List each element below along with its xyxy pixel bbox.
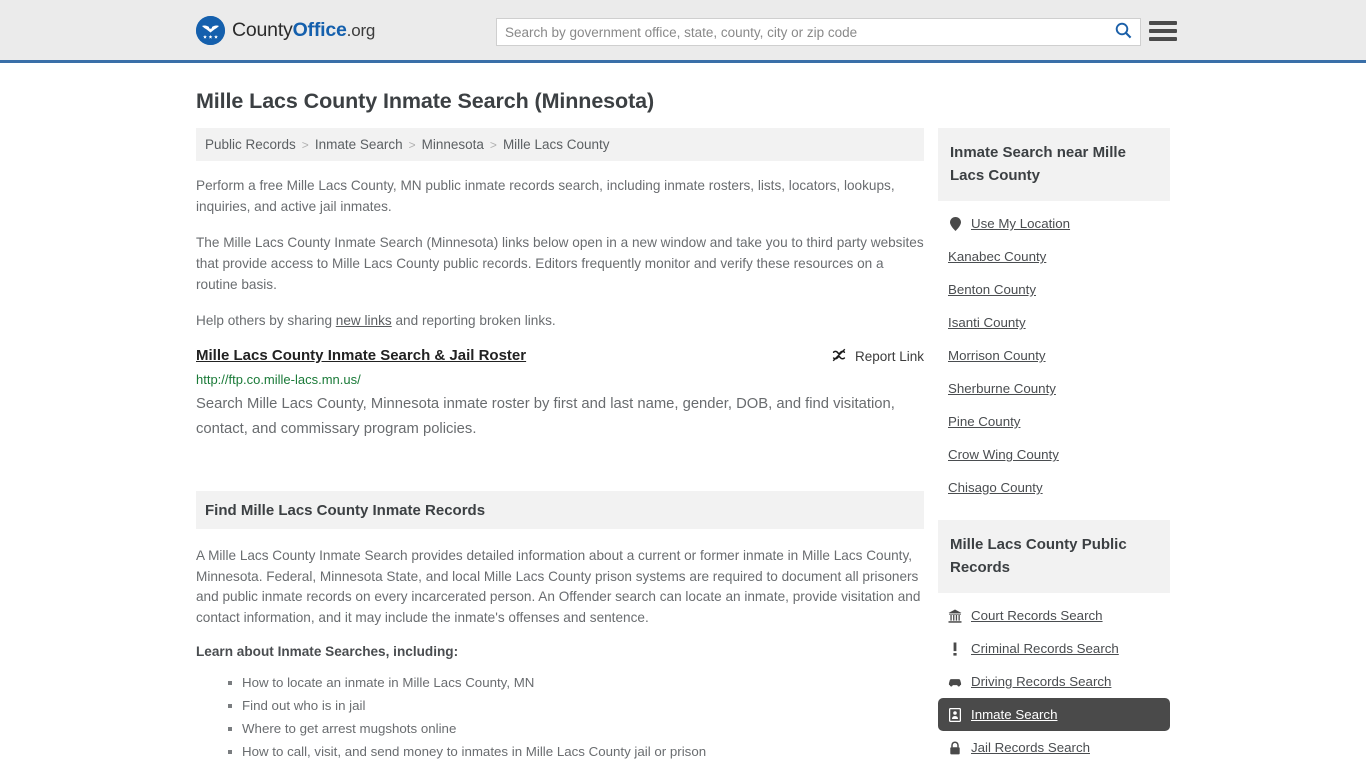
breadcrumb-separator: > xyxy=(408,137,416,152)
main-content: Public Records > Inmate Search > Minneso… xyxy=(196,128,924,768)
sidebar-item-pine-county[interactable]: Pine County xyxy=(938,405,1170,438)
sidebar: Inmate Search near Mille Lacs County Use… xyxy=(938,128,1170,768)
sidebar-item-label: Pine County xyxy=(948,414,1021,429)
sidebar-item-chisago-county[interactable]: Chisago County xyxy=(938,471,1170,504)
sidebar-item-label: Benton County xyxy=(948,282,1036,297)
sidebar-item-jail-records-search[interactable]: Jail Records Search xyxy=(938,731,1170,764)
list-item: When someone will get out of jail or pri… xyxy=(242,763,924,768)
breadcrumb-separator: > xyxy=(301,137,309,152)
result-title-link[interactable]: Mille Lacs County Inmate Search & Jail R… xyxy=(196,346,831,366)
sidebar-item-isanti-county[interactable]: Isanti County xyxy=(938,306,1170,339)
hamburger-bar xyxy=(1149,37,1177,41)
page-container: Mille Lacs County Inmate Search (Minneso… xyxy=(0,89,1366,768)
result-description: Search Mille Lacs County, Minnesota inma… xyxy=(196,396,895,437)
sidebar-item-label: Inmate Search xyxy=(971,707,1058,722)
hamburger-bar xyxy=(1149,29,1177,33)
sidebar-item-label: Kanabec County xyxy=(948,249,1047,264)
list-item: How to locate an inmate in Mille Lacs Co… xyxy=(228,671,924,694)
nearby-card-heading: Inmate Search near Mille Lacs County xyxy=(950,144,1126,184)
sidebar-item-morrison-county[interactable]: Morrison County xyxy=(938,339,1170,372)
breadcrumb-item-public-records[interactable]: Public Records xyxy=(205,137,296,152)
records-card-header: Mille Lacs County Public Records xyxy=(938,520,1170,593)
breadcrumb-item-mille-lacs-county: Mille Lacs County xyxy=(502,137,610,152)
nearby-card-header: Inmate Search near Mille Lacs County xyxy=(938,128,1170,201)
id-badge-icon xyxy=(948,707,962,722)
sidebar-item-label: Jail Records Search xyxy=(971,740,1090,755)
intro-text: Perform a free Mille Lacs County, MN pub… xyxy=(196,161,924,331)
search-button[interactable] xyxy=(1106,19,1140,45)
breadcrumb: Public Records > Inmate Search > Minneso… xyxy=(196,128,924,161)
page-title: Mille Lacs County Inmate Search (Minneso… xyxy=(196,89,655,113)
brand-part-county: County xyxy=(232,18,293,41)
learn-list: How to locate an inmate in Mille Lacs Co… xyxy=(196,671,924,768)
intro-paragraph-1: Perform a free Mille Lacs County, MN pub… xyxy=(196,178,895,214)
broken-link-icon xyxy=(831,347,847,366)
sidebar-item-label: Use My Location xyxy=(971,216,1071,231)
breadcrumb-item-minnesota[interactable]: Minnesota xyxy=(422,137,484,152)
breadcrumb-item-inmate-search[interactable]: Inmate Search xyxy=(315,137,403,152)
section-header-bar: Find Mille Lacs County Inmate Records xyxy=(196,491,924,529)
courthouse-icon xyxy=(948,609,962,623)
sidebar-item-label: Isanti County xyxy=(948,315,1026,330)
list-item: Find out who is in jail xyxy=(228,694,924,717)
site-header: CountyOffice.org xyxy=(0,0,1366,63)
site-logo[interactable]: CountyOffice.org xyxy=(196,15,375,45)
sidebar-item-label: Driving Records Search xyxy=(971,674,1112,689)
sidebar-item-label: Sherburne County xyxy=(948,381,1056,396)
result-url: http://ftp.co.mille-lacs.mn.us/ xyxy=(196,372,361,387)
car-icon xyxy=(948,675,962,689)
share-text-post: and reporting broken links. xyxy=(391,313,556,328)
intro-paragraph-2: The Mille Lacs County Inmate Search (Min… xyxy=(196,235,924,292)
hamburger-menu-icon[interactable] xyxy=(1149,18,1177,44)
intro-paragraph-3: Help others by sharing new links and rep… xyxy=(196,310,924,331)
list-item: How to call, visit, and send money to in… xyxy=(228,740,924,763)
sidebar-item-label: Criminal Records Search xyxy=(971,641,1119,656)
nearby-card-list: Use My Location Kanabec County Benton Co… xyxy=(938,201,1170,504)
section-body: A Mille Lacs County Inmate Search provid… xyxy=(196,529,924,768)
eagle-seal-icon xyxy=(196,15,225,45)
breadcrumb-separator: > xyxy=(489,137,497,152)
sidebar-item-benton-county[interactable]: Benton County xyxy=(938,273,1170,306)
new-links-link[interactable]: new links xyxy=(336,313,392,328)
result-header-row: Mille Lacs County Inmate Search & Jail R… xyxy=(196,346,924,366)
section-heading: Find Mille Lacs County Inmate Records xyxy=(205,501,486,519)
records-card-list: Court Records Search Criminal Records Se… xyxy=(938,593,1170,764)
sidebar-item-use-my-location[interactable]: Use My Location xyxy=(938,207,1170,240)
sidebar-item-label: Court Records Search xyxy=(971,608,1103,623)
search-icon xyxy=(1115,22,1132,42)
list-item: Where to get arrest mugshots online xyxy=(228,717,924,740)
brand-wordmark: CountyOffice.org xyxy=(232,19,375,42)
sidebar-item-court-records-search[interactable]: Court Records Search xyxy=(938,599,1170,632)
records-card-heading: Mille Lacs County Public Records xyxy=(950,536,1127,576)
sidebar-item-inmate-search[interactable]: Inmate Search xyxy=(938,698,1170,731)
sidebar-item-label: Morrison County xyxy=(948,348,1046,363)
sidebar-item-driving-records-search[interactable]: Driving Records Search xyxy=(938,665,1170,698)
brand-part-org: .org xyxy=(346,20,376,40)
search-bar xyxy=(496,18,1141,46)
nearby-searches-card: Inmate Search near Mille Lacs County Use… xyxy=(938,128,1170,504)
sidebar-item-crow-wing-county[interactable]: Crow Wing County xyxy=(938,438,1170,471)
learn-heading: Learn about Inmate Searches, including: xyxy=(196,644,459,659)
sidebar-item-label: Chisago County xyxy=(948,480,1043,495)
sidebar-item-kanabec-county[interactable]: Kanabec County xyxy=(938,240,1170,273)
brand-part-office: Office xyxy=(292,18,347,41)
exclamation-icon xyxy=(948,642,962,656)
result-item: Mille Lacs County Inmate Search & Jail R… xyxy=(196,346,924,442)
content-columns: Public Records > Inmate Search > Minneso… xyxy=(196,128,1170,768)
report-link-label: Report Link xyxy=(854,349,924,364)
sidebar-item-label: Crow Wing County xyxy=(948,447,1059,462)
report-link-button[interactable]: Report Link xyxy=(831,346,924,366)
sidebar-item-criminal-records-search[interactable]: Criminal Records Search xyxy=(938,632,1170,665)
lock-icon xyxy=(948,741,962,755)
public-records-card: Mille Lacs County Public Records Court R… xyxy=(938,520,1170,764)
search-input[interactable] xyxy=(497,19,1106,45)
section-paragraph: A Mille Lacs County Inmate Search provid… xyxy=(196,548,921,625)
map-pin-icon xyxy=(948,216,962,231)
hamburger-bar xyxy=(1149,21,1177,25)
sidebar-item-sherburne-county[interactable]: Sherburne County xyxy=(938,372,1170,405)
share-text-pre: Help others by sharing xyxy=(196,313,336,328)
